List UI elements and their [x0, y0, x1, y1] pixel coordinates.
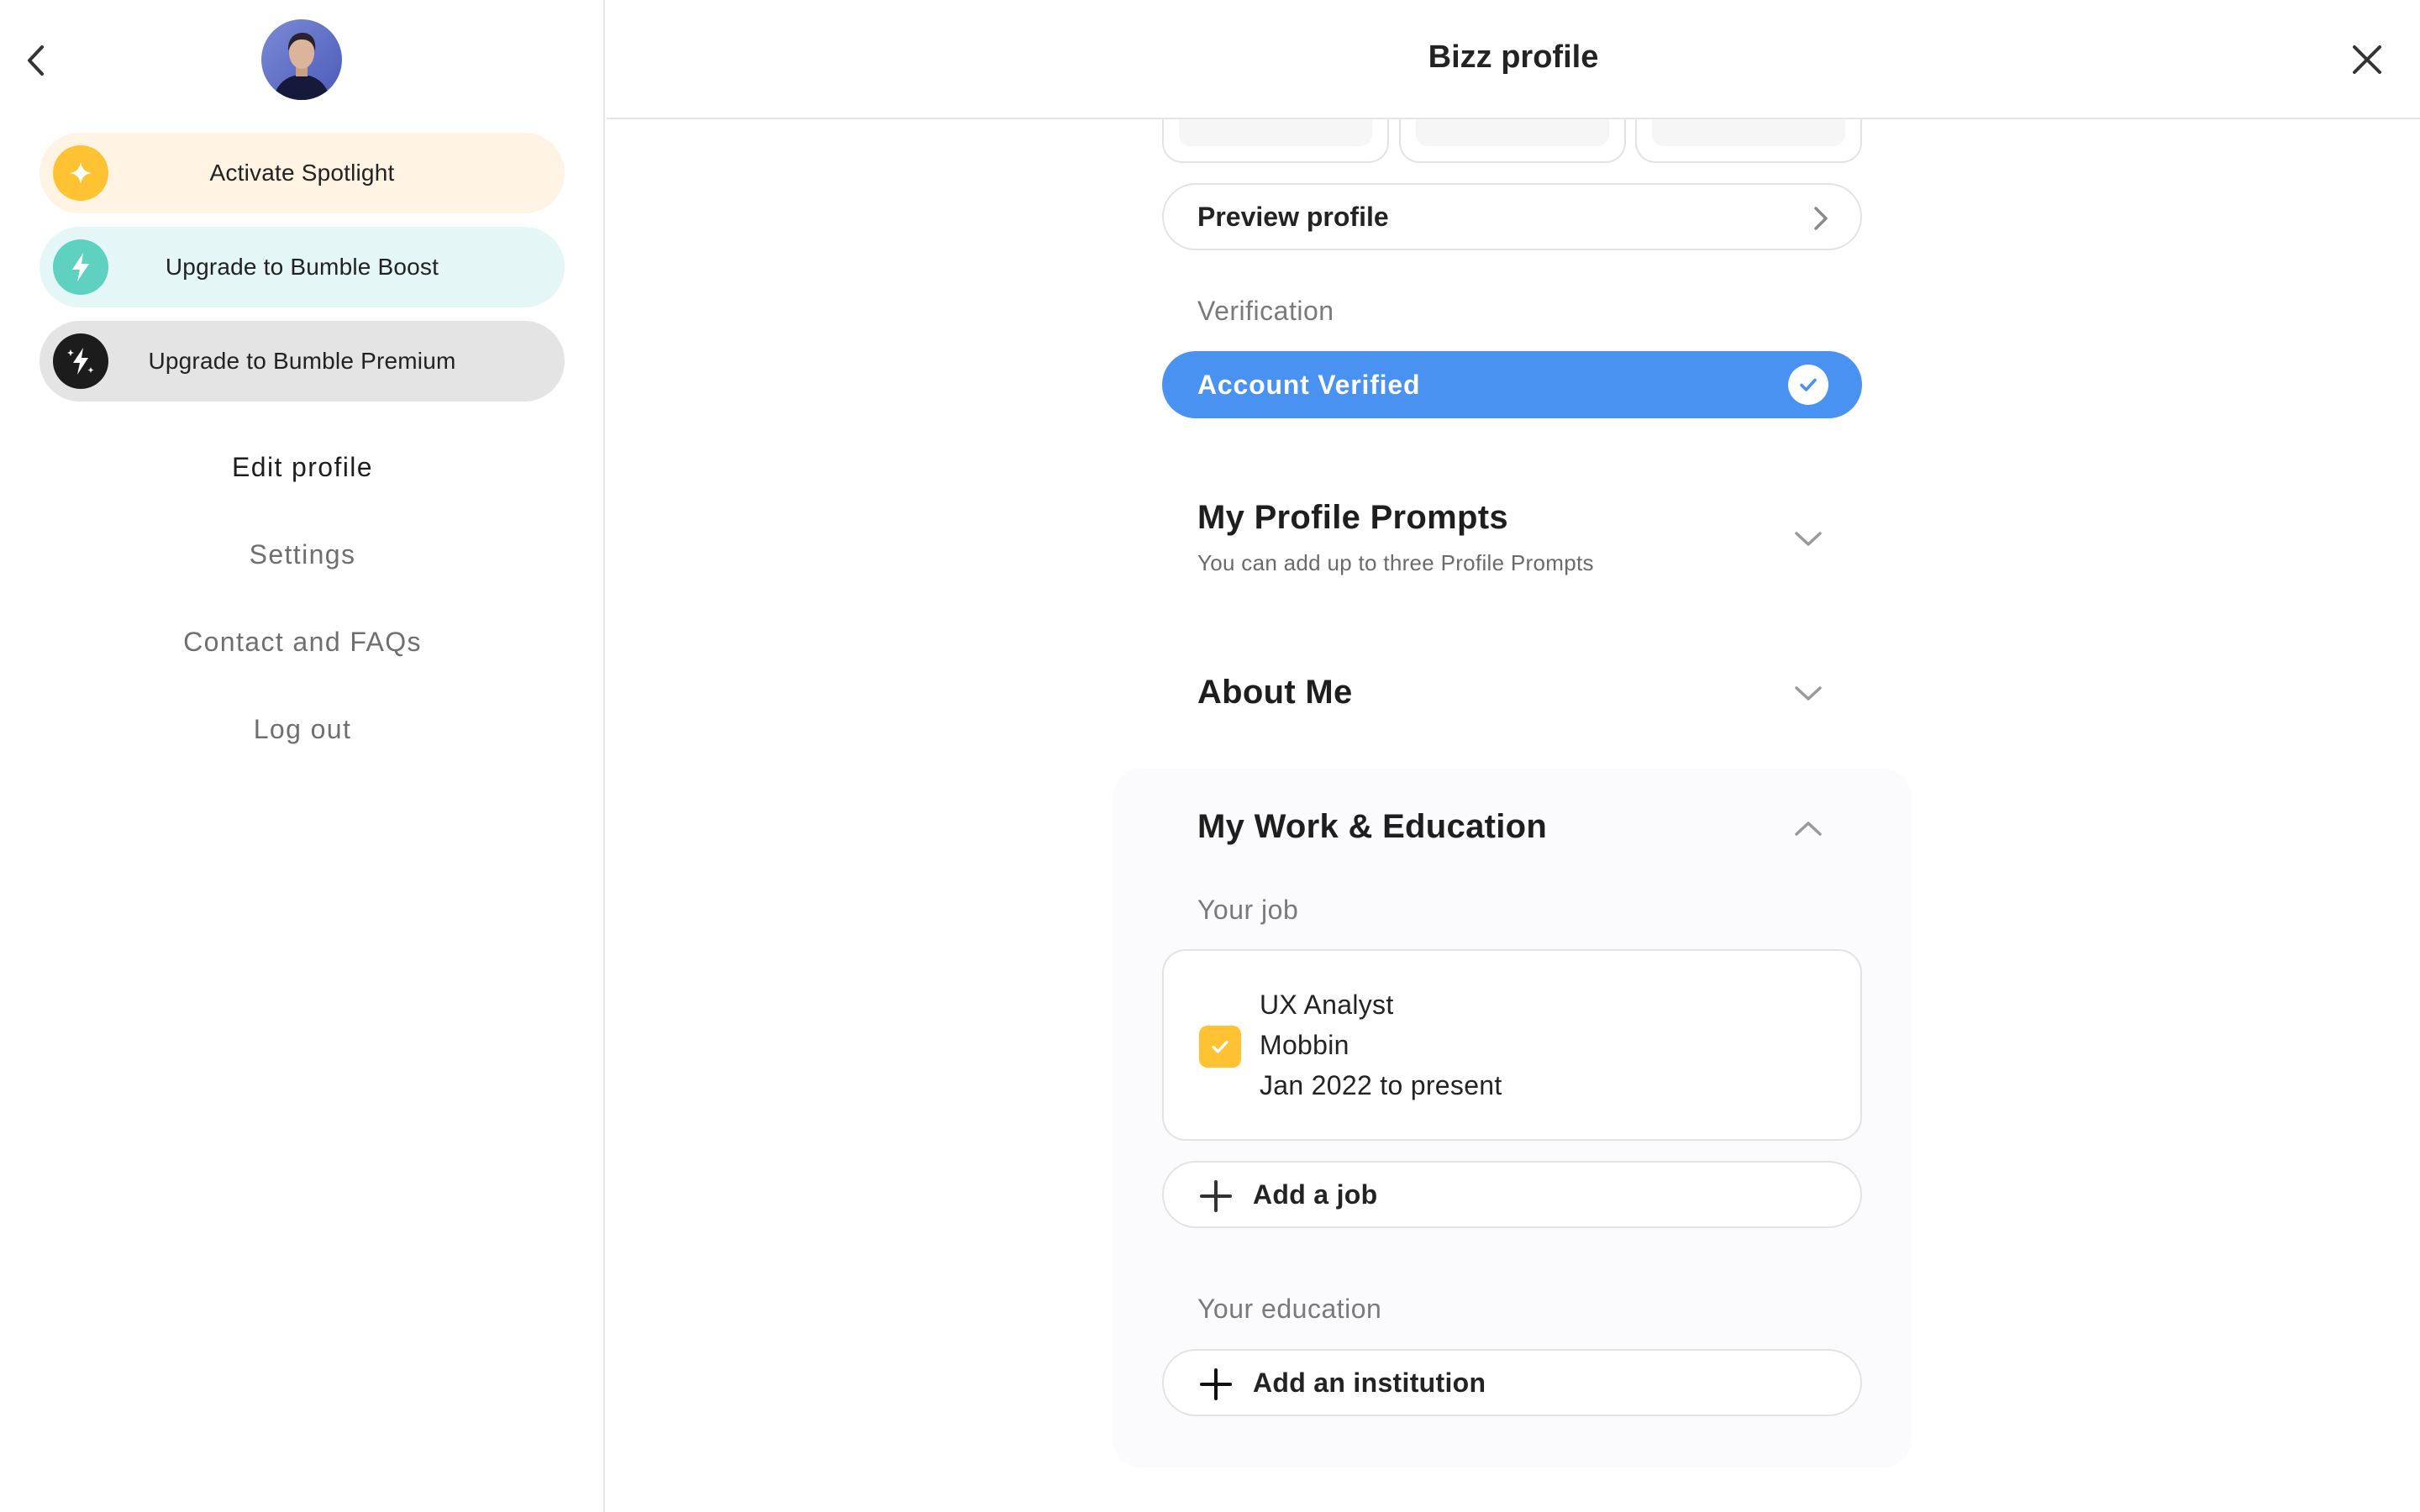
premium-lightning-icon [53, 333, 108, 389]
header: Bizz profile [607, 0, 2420, 119]
job-card[interactable]: UX Analyst Mobbin Jan 2022 to present [1162, 949, 1862, 1141]
preview-profile-button[interactable]: Preview profile [1162, 183, 1862, 250]
about-me-title: About Me [1197, 674, 1353, 711]
preview-profile-label: Preview profile [1197, 201, 1389, 232]
spotlight-label: Activate Spotlight [209, 160, 395, 186]
job-company: Mobbin [1260, 1030, 1349, 1060]
profile-prompts-title: My Profile Prompts [1197, 499, 1508, 536]
page-title: Bizz profile [1428, 39, 1599, 75]
upgrade-premium-button[interactable]: Upgrade to Bumble Premium [39, 321, 565, 402]
close-icon [2353, 45, 2381, 74]
job-title: UX Analyst [1260, 990, 1394, 1020]
upgrade-boost-button[interactable]: Upgrade to Bumble Boost [39, 227, 565, 307]
sidebar: Activate Spotlight Upgrade to Bumble Boo… [0, 0, 605, 1512]
add-institution-label: Add an institution [1253, 1367, 1486, 1398]
close-button[interactable] [2348, 40, 2386, 79]
boost-label: Upgrade to Bumble Boost [165, 254, 439, 280]
account-verified-badge: Account Verified [1162, 351, 1862, 418]
spotlight-icon [53, 145, 108, 201]
back-button[interactable] [18, 37, 52, 84]
nav-log-out[interactable]: Log out [0, 714, 605, 745]
lightning-icon [53, 239, 108, 295]
avatar[interactable] [261, 19, 342, 100]
add-institution-button[interactable]: Add an institution [1162, 1349, 1862, 1416]
work-education-title: My Work & Education [1197, 808, 1548, 845]
activate-spotlight-button[interactable]: Activate Spotlight [39, 133, 565, 213]
checkbox-checked-icon[interactable] [1199, 1026, 1241, 1068]
add-job-label: Add a job [1253, 1179, 1378, 1210]
your-education-label: Your education [1197, 1294, 1382, 1324]
nav-settings[interactable]: Settings [0, 539, 605, 570]
plus-icon [1200, 1180, 1232, 1212]
verification-label: Verification [1197, 296, 1334, 326]
job-dates: Jan 2022 to present [1260, 1070, 1502, 1100]
chevron-up-icon[interactable] [1791, 816, 1825, 840]
add-job-button[interactable]: Add a job [1162, 1161, 1862, 1228]
plus-icon [1200, 1368, 1232, 1400]
nav-edit-profile[interactable]: Edit profile [0, 452, 605, 483]
profile-photo [261, 19, 342, 100]
checkmark-icon [1788, 365, 1828, 405]
chevron-down-icon[interactable] [1791, 682, 1825, 706]
nav-contact-faqs[interactable]: Contact and FAQs [0, 627, 605, 658]
verified-label: Account Verified [1197, 369, 1421, 400]
chevron-left-icon [28, 45, 44, 76]
your-job-label: Your job [1197, 895, 1299, 925]
premium-label: Upgrade to Bumble Premium [148, 348, 456, 374]
chevron-down-icon[interactable] [1791, 528, 1825, 551]
chevron-right-icon [1814, 207, 1828, 230]
profile-prompts-subtitle: You can add up to three Profile Prompts [1197, 550, 1594, 575]
